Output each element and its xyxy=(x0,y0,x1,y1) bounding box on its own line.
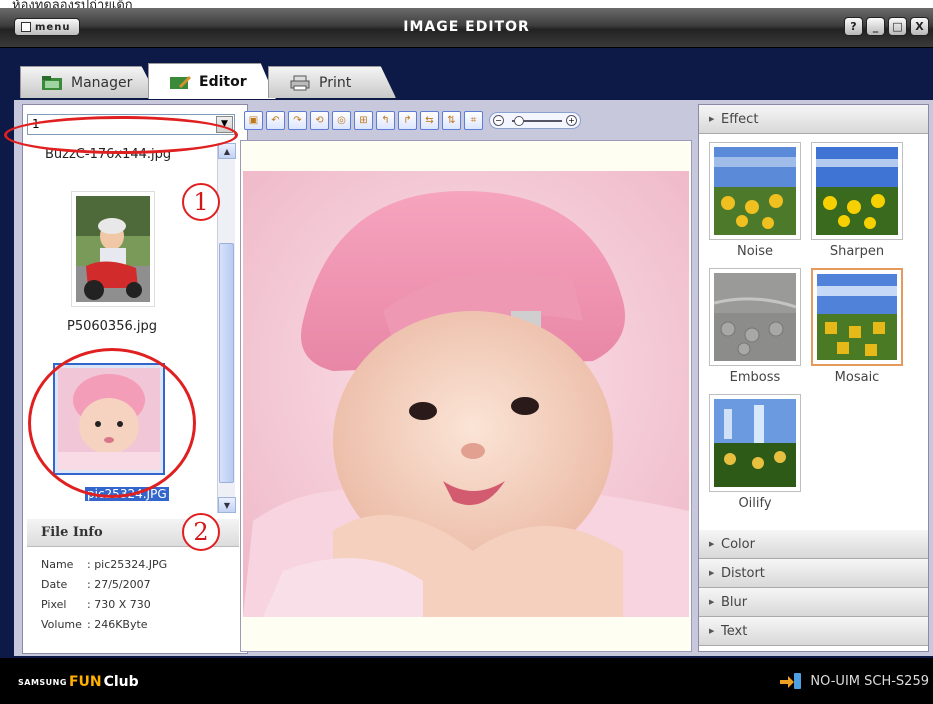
effects-grid: Noise Sharpen Emboss Mosaic Oilify xyxy=(699,134,928,530)
file-info-pixel-row: Pixel : 730 X 730 xyxy=(27,595,239,615)
reset-icon[interactable]: ⟲ xyxy=(310,110,329,130)
section-text[interactable]: Text xyxy=(699,617,928,646)
editor-toolbar: ▣ ↶ ↷ ⟲ ◎ ⊞ ↰ ↱ ⇆ ⇅ ⌗ − + xyxy=(244,108,700,132)
crop-icon[interactable]: ⌗ xyxy=(464,110,483,130)
info-key: Name xyxy=(41,558,74,571)
info-value: : 730 X 730 xyxy=(87,598,151,611)
zoom-knob[interactable] xyxy=(514,115,524,126)
annotation-ring-thumbnail xyxy=(28,348,196,498)
maximize-button[interactable]: □ xyxy=(888,17,907,36)
effect-label: Oilify xyxy=(738,496,772,511)
file-info-date-row: Date : 27/5/2007 xyxy=(27,575,239,595)
tab-manager[interactable]: Manager xyxy=(20,66,158,98)
brand-club: Club xyxy=(103,674,139,690)
annotation-number-two: 2 xyxy=(182,513,220,551)
window-controls: ? _ □ X xyxy=(844,17,929,36)
app-window: ห้องทดลองรูปถ่ายเด็ก menu IMAGE EDITOR ?… xyxy=(0,0,933,704)
effect-label: Mosaic xyxy=(834,370,880,385)
rotate-icon[interactable]: ◎ xyxy=(332,110,351,130)
file-info-volume-row: Volume : 246KByte xyxy=(27,615,239,635)
effect-noise[interactable]: Noise xyxy=(709,142,801,259)
effect-thumbnail xyxy=(811,142,903,240)
tab-strip: Manager Editor Print xyxy=(14,60,933,104)
tab-label: Editor xyxy=(199,73,247,90)
section-blur[interactable]: Blur xyxy=(699,588,928,617)
flip-horizontal-icon[interactable]: ⇆ xyxy=(420,110,439,130)
effect-oilify[interactable]: Oilify xyxy=(709,394,801,511)
brand-logo: SAMSUNG FUN Club xyxy=(18,674,139,690)
top-caption: ห้องทดลองรูปถ่ายเด็ก xyxy=(12,0,133,8)
folder-icon xyxy=(42,75,62,90)
info-value: : pic25324.JPG xyxy=(87,558,168,571)
annotation-ring-folder xyxy=(4,116,238,154)
effect-sharpen[interactable]: Sharpen xyxy=(811,142,903,259)
effect-thumbnail xyxy=(709,268,801,366)
scroll-up-icon[interactable]: ▲ xyxy=(218,143,236,159)
effect-label: Sharpen xyxy=(829,244,885,259)
status-bar: SAMSUNG FUN Club NO-UIM SCH-S259 xyxy=(0,658,933,704)
rotate-left-icon[interactable]: ↰ xyxy=(376,110,395,130)
section-distort[interactable]: Distort xyxy=(699,559,928,588)
redo-icon[interactable]: ↷ xyxy=(288,110,307,130)
device-status-text: NO-UIM SCH-S259 xyxy=(810,673,929,689)
tab-editor[interactable]: Editor xyxy=(148,63,276,99)
section-effect[interactable]: Effect xyxy=(699,105,928,134)
effect-thumbnail xyxy=(811,268,903,366)
annotation-number-one: 1 xyxy=(182,183,220,221)
effects-panel: Effect Noise Sharpen xyxy=(698,104,929,652)
thumbnail-label[interactable]: P5060356.jpg xyxy=(67,319,157,334)
info-value: : 246KByte xyxy=(87,618,148,631)
effect-label: Emboss xyxy=(729,370,781,385)
title-bar: menu IMAGE EDITOR ? _ □ X xyxy=(0,8,933,48)
phone-connect-icon xyxy=(780,673,802,689)
help-button[interactable]: ? xyxy=(844,17,863,36)
zoom-in-icon[interactable]: + xyxy=(566,114,577,126)
tab-label: Print xyxy=(319,74,352,91)
fit-icon[interactable]: ⊞ xyxy=(354,110,373,130)
zoom-out-icon[interactable]: − xyxy=(493,114,504,126)
brand-fun: FUN xyxy=(68,674,102,690)
section-color[interactable]: Color xyxy=(699,530,928,559)
tab-label: Manager xyxy=(71,74,133,91)
tab-print[interactable]: Print xyxy=(268,66,396,98)
info-key: Volume xyxy=(41,618,82,631)
app-title: IMAGE EDITOR xyxy=(403,19,530,35)
undo-icon[interactable]: ↶ xyxy=(266,110,285,130)
effect-emboss[interactable]: Emboss xyxy=(709,268,801,385)
minimize-button[interactable]: _ xyxy=(866,17,885,36)
info-value: : 27/5/2007 xyxy=(87,578,151,591)
close-button[interactable]: X xyxy=(910,17,929,36)
effect-label: Noise xyxy=(736,244,774,259)
rotate-right-icon[interactable]: ↱ xyxy=(398,110,417,130)
printer-icon xyxy=(290,75,310,90)
pencil-icon xyxy=(170,75,191,89)
flip-vertical-icon[interactable]: ⇅ xyxy=(442,110,461,130)
scrollbar-thumb[interactable] xyxy=(219,243,234,483)
effect-thumbnail xyxy=(709,142,801,240)
info-key: Date xyxy=(41,578,68,591)
brand-prefix: SAMSUNG xyxy=(18,677,67,687)
effect-mosaic[interactable]: Mosaic xyxy=(811,268,903,385)
file-info-name-row: Name : pic25324.JPG xyxy=(27,555,239,575)
save-icon[interactable]: ▣ xyxy=(244,110,263,130)
thumbnail-item[interactable] xyxy=(71,191,155,307)
thumbnail-image xyxy=(76,196,150,302)
image-canvas[interactable] xyxy=(240,140,692,652)
effect-thumbnail xyxy=(709,394,801,492)
scroll-down-icon[interactable]: ▼ xyxy=(218,497,236,513)
zoom-slider[interactable]: − + xyxy=(489,111,581,129)
device-status: NO-UIM SCH-S259 xyxy=(780,672,929,690)
info-key: Pixel xyxy=(41,598,67,611)
edited-photo xyxy=(243,171,689,617)
photo-image xyxy=(243,171,689,617)
